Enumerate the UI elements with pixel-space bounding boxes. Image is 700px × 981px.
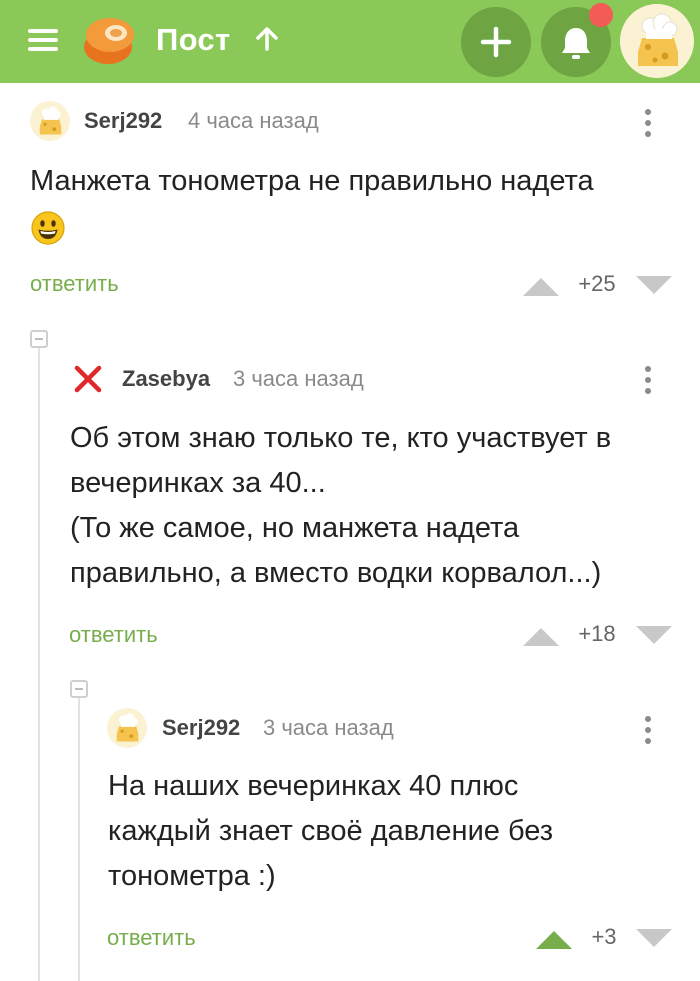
comment-3: Serj292 3 часа назад На наших вечеринках… — [80, 690, 700, 981]
notification-badge — [589, 3, 613, 27]
more-options-icon[interactable] — [641, 710, 655, 750]
comment-text-line: На наших вечеринках 40 плюс — [108, 770, 519, 802]
grinning-face-emoji — [31, 211, 65, 245]
upvote-icon[interactable] — [536, 929, 572, 949]
comment-score: +18 — [578, 621, 616, 646]
comment-text-line: тонометра :) — [108, 860, 276, 892]
downvote-icon[interactable] — [636, 929, 672, 949]
comment-text-line: вечеринках за 40... — [70, 467, 326, 499]
more-options-icon[interactable] — [641, 103, 655, 143]
upvote-icon[interactable] — [523, 276, 559, 296]
plus-icon — [480, 26, 512, 58]
comment-username[interactable]: Serj292 — [84, 106, 162, 136]
comment-score: +3 — [591, 924, 617, 949]
comment-text-line: (То же самое, но манжета надета — [70, 512, 520, 544]
comment-timestamp: 4 часа назад — [188, 108, 319, 133]
arrow-up-icon[interactable] — [255, 26, 279, 52]
comment-avatar[interactable] — [30, 101, 70, 141]
pikabu-logo-icon[interactable] — [80, 13, 140, 67]
comment-2: Zasebya 3 часа назад Об этом знаю только… — [40, 340, 700, 670]
comment-text-line: правильно, а вместо водки корвалол...) — [70, 557, 602, 589]
downvote-icon[interactable] — [636, 626, 672, 646]
hamburger-menu-icon[interactable] — [26, 24, 62, 56]
comment-1: Serj292 4 часа назад Манжета тонометра н… — [0, 83, 700, 318]
comment-timestamp: 3 часа назад — [233, 366, 364, 391]
top-bar: Пост — [0, 0, 700, 83]
upvote-icon[interactable] — [523, 626, 559, 646]
comment-timestamp: 3 часа назад — [263, 715, 394, 740]
chef-avatar-icon — [620, 4, 694, 78]
add-post-button[interactable] — [461, 7, 531, 77]
comment-text-line: каждый знает своё давление без — [108, 815, 554, 847]
comment-text-line: Манжета тонометра не правильно надета — [30, 165, 594, 197]
red-x-icon[interactable] — [72, 363, 104, 395]
comment-text: Об этом знаю только те, кто участвует в … — [70, 416, 680, 596]
comment-text: Манжета тонометра не правильно надета — [30, 159, 670, 204]
page-title: Пост — [156, 22, 231, 57]
downvote-icon[interactable] — [636, 276, 672, 296]
user-avatar[interactable] — [620, 4, 694, 78]
comment-username[interactable]: Zasebya — [122, 364, 210, 394]
comment-username[interactable]: Serj292 — [162, 713, 240, 743]
reply-link[interactable]: ответить — [69, 620, 158, 650]
chef-avatar-icon — [107, 708, 147, 748]
reply-link[interactable]: ответить — [30, 269, 119, 299]
comment-text: На наших вечеринках 40 плюс каждый знает… — [108, 764, 668, 899]
more-options-icon[interactable] — [641, 360, 655, 400]
comment-avatar[interactable] — [107, 708, 147, 748]
comment-score: +25 — [578, 271, 616, 296]
reply-link[interactable]: ответить — [107, 923, 196, 953]
comment-text-line: Об этом знаю только те, кто участвует в — [70, 422, 612, 454]
chef-avatar-icon — [30, 101, 70, 141]
